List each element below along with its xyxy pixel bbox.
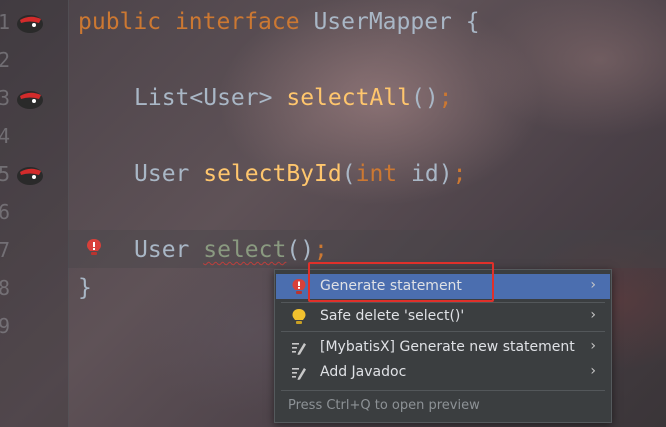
mybatis-icon[interactable] — [14, 86, 46, 110]
return-type: User — [134, 161, 190, 187]
line-number: 5 — [0, 162, 11, 186]
interface-name: UserMapper — [313, 9, 452, 35]
gutter: 1 2 3 4 5 6 7 8 9 — [0, 0, 69, 427]
red-bulb-icon[interactable] — [86, 238, 102, 258]
method-name: selectAll — [286, 85, 411, 111]
brace: { — [465, 9, 480, 35]
line-number: 8 — [0, 276, 11, 300]
code-line-3: List<User> selectAll(); — [134, 85, 453, 111]
edit-icon — [292, 343, 306, 355]
unresolved-method-name[interactable]: select — [203, 237, 286, 263]
divider — [281, 390, 605, 391]
menu-item-add-javadoc[interactable]: Add Javadoc › — [276, 360, 610, 385]
line-number: 9 — [0, 314, 11, 338]
red-bulb-icon — [292, 279, 306, 294]
chevron-right-icon: › — [590, 277, 596, 293]
menu-item-label: [MybatisX] Generate new statement — [320, 339, 575, 355]
line-number: 4 — [0, 124, 11, 148]
menu-item-mybatisx-generate[interactable]: [MybatisX] Generate new statement › — [276, 335, 610, 360]
preview-hint: Press Ctrl+Q to open preview — [288, 398, 480, 413]
brace: } — [78, 275, 92, 301]
line-number: 6 — [0, 200, 11, 224]
menu-item-label: Safe delete 'select()' — [320, 308, 465, 324]
code-line-8: } — [78, 274, 92, 302]
edit-icon — [292, 368, 306, 380]
code-line-7: User select(); — [134, 237, 328, 263]
code-line-1: public interface UserMapper { — [78, 8, 480, 36]
menu-item-label: Add Javadoc — [320, 364, 407, 380]
annotation-highlight-box — [308, 262, 494, 302]
divider — [281, 302, 605, 303]
menu-item-safe-delete[interactable]: Safe delete 'select()' › — [276, 304, 610, 329]
param-name: id — [411, 161, 439, 187]
line-number: 3 — [0, 86, 11, 110]
yellow-bulb-icon — [292, 309, 306, 324]
chevron-right-icon: › — [590, 338, 596, 354]
mybatis-icon[interactable] — [14, 10, 46, 34]
mybatis-icon[interactable] — [14, 162, 46, 186]
return-type: List<User> — [134, 85, 273, 111]
line-number: 1 — [0, 10, 11, 34]
method-name: selectById — [203, 161, 342, 187]
chevron-right-icon: › — [590, 363, 596, 379]
chevron-right-icon: › — [590, 307, 596, 323]
line-number: 7 — [0, 238, 11, 262]
keyword: public — [78, 9, 162, 35]
divider — [281, 331, 605, 332]
line-number: 2 — [0, 48, 11, 72]
code-line-5: User selectById(int id); — [134, 161, 467, 187]
param-type: int — [355, 161, 398, 187]
return-type: User — [134, 237, 190, 263]
keyword: interface — [174, 9, 300, 35]
